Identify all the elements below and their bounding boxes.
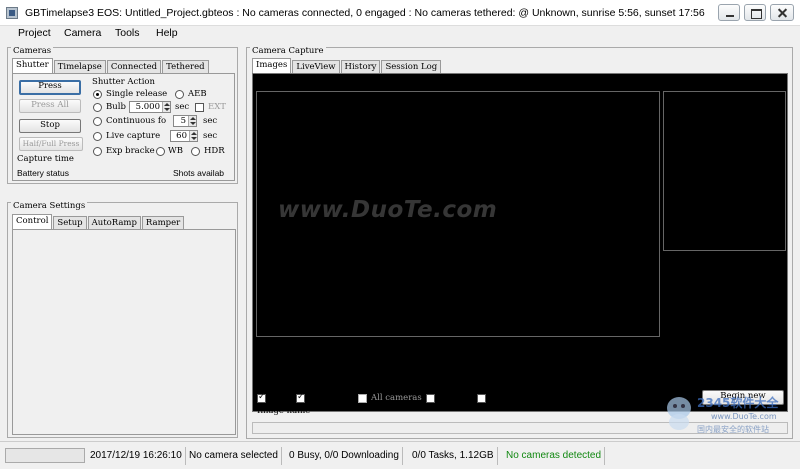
shutter-panel: Press Press All Stop Half/Full Press Cap… (12, 73, 235, 181)
tab-autoramp[interactable]: AutoRamp (87, 216, 141, 229)
continuous-seconds-value: 5 (180, 116, 186, 126)
ext-checkbox[interactable] (195, 103, 204, 112)
tab-setup[interactable]: Setup (53, 216, 87, 229)
menu-camera[interactable]: Camera (64, 27, 101, 39)
half-full-press-button[interactable]: Half/Full Press (19, 137, 83, 151)
menu-tools[interactable]: Tools (115, 27, 140, 39)
single-release-label: Single release (106, 89, 168, 99)
continuous-unit-label: sec (203, 116, 218, 126)
window-title: GBTimelapse3 EOS: Untitled_Project.gbteo… (25, 7, 705, 19)
continuous-label: Continuous fo (106, 116, 167, 126)
status-camera: No camera selected (186, 447, 282, 465)
status-tasks: 0/0 Tasks, 1.12GB (409, 447, 498, 465)
status-busy: 0 Busy, 0/0 Downloading (286, 447, 403, 465)
continuous-seconds-stepper[interactable]: 5 (173, 115, 197, 127)
log-scale-label: Log scale histogram (490, 393, 578, 403)
tab-timelapse[interactable]: Timelapse (53, 60, 106, 73)
cameras-group: Cameras Shutter Timelapse Connected Teth… (7, 46, 238, 184)
menu-project[interactable]: Project (18, 27, 51, 39)
close-button[interactable] (770, 4, 794, 21)
info-checkbox[interactable] (257, 392, 266, 403)
bulb-radio[interactable] (93, 103, 102, 112)
corner-logo-url: www.DuoTe.com (711, 412, 777, 421)
tab-images[interactable]: Images (252, 58, 292, 73)
tab-tethered[interactable]: Tethered (162, 60, 209, 73)
title-bar: GBTimelapse3 EOS: Untitled_Project.gbteo… (0, 0, 800, 26)
progress-bar (5, 448, 85, 463)
guides-checkbox[interactable] (426, 394, 435, 403)
status-detected: No cameras detected (503, 447, 606, 465)
tab-shutter[interactable]: Shutter (12, 58, 53, 73)
aeb-radio[interactable] (175, 90, 184, 99)
corner-logo-slogan: 国内最安全的软件站 (697, 425, 769, 434)
corner-logo: 2345软件大全 www.DuoTe.com 国内最安全的软件站 (663, 386, 797, 438)
cameras-group-title: Cameras (11, 46, 54, 56)
wb-radio[interactable] (156, 147, 165, 156)
histogram-label: Histogram (309, 393, 355, 403)
image-name-label: Image name (257, 406, 311, 416)
wb-label: WB (168, 146, 183, 156)
tab-session-log[interactable]: Session Log (381, 60, 442, 73)
live-capture-label: Live capture (106, 131, 161, 141)
watermark: www.DuoTe.com (278, 197, 498, 223)
tab-history[interactable]: History (340, 60, 381, 73)
tab-connected[interactable]: Connected (106, 60, 162, 73)
camera-settings-group: Camera Settings Control Setup AutoRamp R… (7, 201, 238, 438)
live-unit-label: sec (203, 131, 218, 141)
continuous-radio[interactable] (93, 117, 102, 126)
maximize-button[interactable] (744, 4, 766, 21)
live-capture-radio[interactable] (93, 132, 102, 141)
bulb-label: Bulb (106, 102, 126, 112)
bulb-unit-label: sec (175, 102, 190, 112)
bulb-seconds-value: 5.000 (135, 102, 160, 112)
bulb-seconds-stepper[interactable]: 5.000 (129, 101, 171, 113)
histogram-frame (663, 91, 786, 251)
ext-label: EXT (208, 102, 226, 112)
capture-time-label: Capture time (17, 154, 74, 164)
panel-splitter[interactable] (238, 42, 246, 439)
hdr-label: HDR (204, 146, 225, 156)
spin-arrows-icon[interactable] (189, 131, 197, 141)
shutter-action-label: Shutter Action (92, 77, 156, 87)
status-bar: 2017/12/19 16:26:10 No camera selected 0… (0, 441, 800, 469)
app-icon (6, 7, 18, 19)
status-datetime: 2017/12/19 16:26:10 (87, 447, 186, 465)
hdr-radio[interactable] (191, 147, 200, 156)
menu-bar: Project Camera Tools Help (0, 26, 800, 42)
guides-label: Guides (439, 393, 469, 403)
battery-status-label: Battery status (17, 168, 69, 178)
spin-arrows-icon[interactable] (162, 102, 170, 112)
log-scale-checkbox[interactable] (477, 394, 486, 403)
menu-help[interactable]: Help (156, 27, 178, 39)
shots-available-label: Shots availab (173, 168, 225, 178)
all-cameras-label: All cameras (371, 393, 422, 403)
aeb-label: AEB (188, 89, 207, 99)
minimize-button[interactable] (718, 4, 740, 21)
camera-settings-title: Camera Settings (11, 201, 88, 211)
image-view: www.DuoTe.com (252, 73, 788, 412)
press-all-button[interactable]: Press All (19, 99, 81, 113)
control-panel (12, 229, 236, 435)
all-cameras-checkbox[interactable] (358, 394, 367, 403)
exp-bracket-radio[interactable] (93, 147, 102, 156)
single-release-radio[interactable] (93, 90, 102, 99)
tab-liveview[interactable]: LiveView (292, 60, 340, 73)
tab-ramper[interactable]: Ramper (141, 216, 185, 229)
camera-capture-group: Camera Capture Images LiveView History S… (246, 46, 793, 439)
live-seconds-value: 60 (176, 131, 187, 141)
tab-control[interactable]: Control (12, 214, 53, 229)
exp-bracket-label: Exp bracke (106, 146, 155, 156)
histogram-checkbox[interactable] (296, 392, 305, 403)
corner-logo-title: 2345软件大全 (697, 396, 779, 410)
info-label: Info (270, 393, 288, 403)
spin-arrows-icon[interactable] (188, 116, 196, 126)
camera-capture-title: Camera Capture (250, 46, 326, 56)
stop-button[interactable]: Stop (19, 119, 81, 133)
live-seconds-stepper[interactable]: 60 (170, 130, 198, 142)
press-button[interactable]: Press (19, 80, 81, 95)
